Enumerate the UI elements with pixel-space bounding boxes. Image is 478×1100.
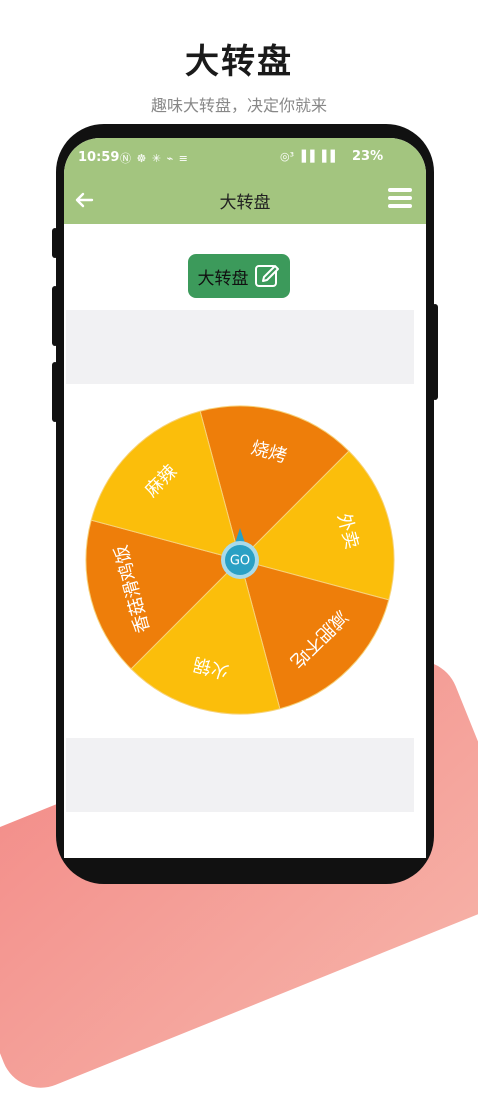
app-title: 大转盘: [219, 193, 271, 213]
battery-level: 23%: [352, 149, 384, 164]
phone-side-button: [52, 228, 58, 258]
wheel-graphic: 烧烤外卖减肥不吃火锅香菇滑鸡饭麻辣GO: [85, 405, 395, 715]
wheel-name-label: 大转盘: [197, 268, 249, 289]
phone-side-button: [52, 286, 58, 346]
phone-power-button: [432, 304, 438, 400]
promo-title: 大转盘: [185, 42, 293, 82]
menu-icon[interactable]: [388, 188, 412, 210]
signal-icon: ◎³ ▐▐ ▐▐: [280, 150, 335, 163]
phone-side-button: [52, 362, 58, 422]
promo-subtitle: 趣味大转盘，决定你就来: [150, 96, 327, 115]
status-bar: 10:59 Ⓝ ☸ ✳ ⌁ ≡ ◎³ ▐▐ ▐▐ 23%: [64, 138, 426, 176]
go-button-label: GO: [230, 554, 250, 569]
wheel-name-button[interactable]: 大转盘: [188, 254, 290, 298]
phone-screen: 10:59 Ⓝ ☸ ✳ ⌁ ≡ ◎³ ▐▐ ▐▐ 23% 大转盘 大转盘 烧烤外…: [64, 138, 426, 858]
status-icons: Ⓝ ☸ ✳ ⌁ ≡: [120, 152, 189, 165]
ad-banner-top: [66, 310, 414, 384]
edit-icon: [254, 265, 279, 287]
ad-banner-bottom: [66, 738, 414, 812]
status-time: 10:59: [78, 150, 120, 165]
spin-wheel[interactable]: 烧烤 外卖 减肥不吃 火锅 香菇滑鸡饭 麻辣 GO: [84, 404, 396, 716]
app-bar: 大转盘: [64, 176, 426, 224]
